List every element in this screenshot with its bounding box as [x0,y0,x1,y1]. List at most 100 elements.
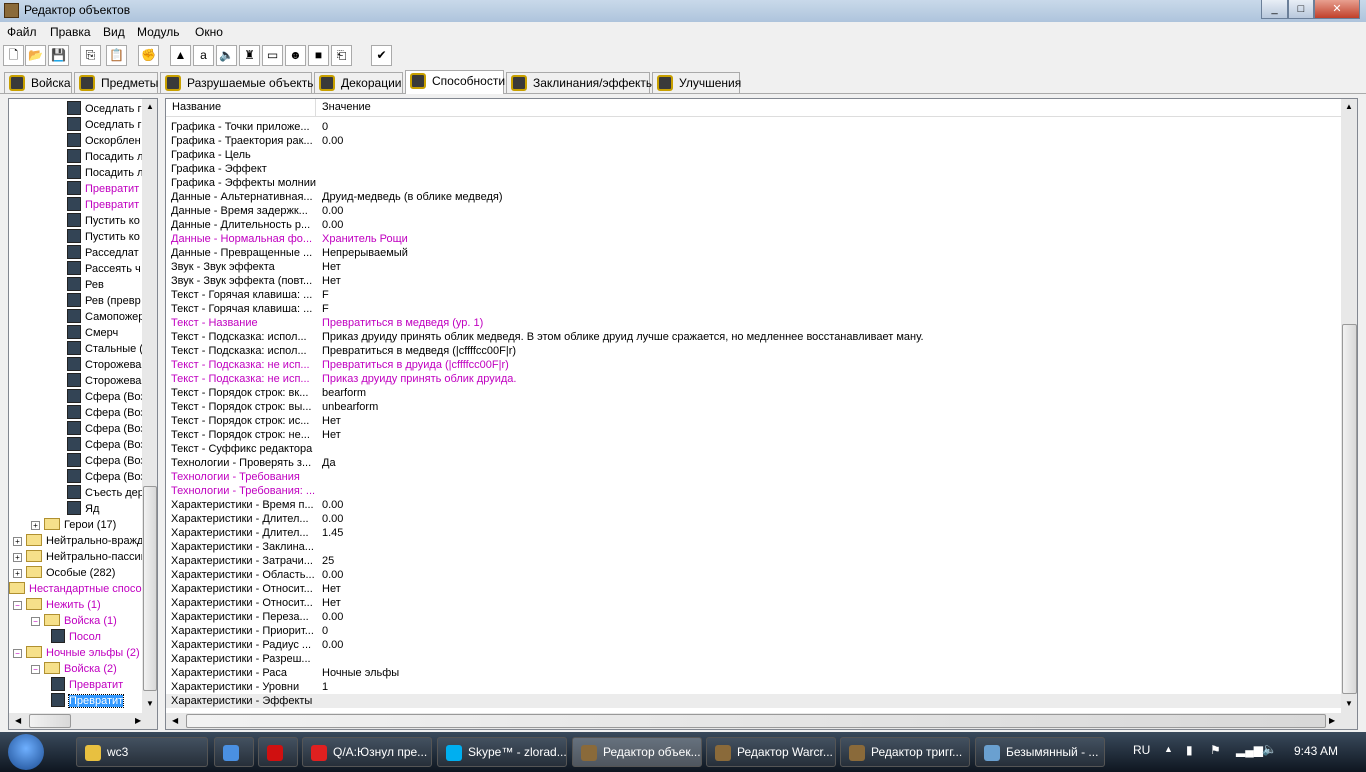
tree-item[interactable]: Рассеять ч [67,261,141,277]
table-row[interactable]: Данные - Длительность р... 0.00 [166,218,1341,232]
language-indicator[interactable]: RU [1133,743,1150,757]
scroll-down-arrow-icon[interactable]: ▼ [1345,699,1353,708]
tree-folder[interactable]: + Герои (17) [31,517,116,533]
taskbar-button[interactable] [214,737,254,767]
tree-item[interactable]: Съесть дер [67,485,144,501]
toolbar-camera-icon[interactable]: ▭ [262,45,283,66]
tree-item[interactable]: Сфера (Воз [67,421,145,437]
menu-item[interactable]: Вид [103,25,125,39]
table-row[interactable]: Текст - Название Превратиться в медведя (… [166,316,1341,330]
table-row[interactable]: Текст - Порядок строк: не... Нет [166,428,1341,442]
taskbar-button[interactable]: Редактор тригг... [840,737,970,767]
toolbar-copy-icon[interactable]: ⎘ [80,45,101,66]
scroll-thumb[interactable] [29,714,71,728]
taskbar-button[interactable]: Редактор объек... [572,737,702,767]
scroll-thumb[interactable] [1342,324,1357,694]
tree-item[interactable]: Смерч [67,325,118,341]
grid-vertical-scrollbar[interactable]: ▲ ▼ [1341,99,1357,713]
scroll-thumb[interactable] [186,714,1326,728]
table-row[interactable]: Графика - Эффект [166,162,1341,176]
network-signal-icon[interactable]: ▂▄▆ [1236,743,1263,757]
taskbar-button[interactable]: Безымянный - ... [975,737,1105,767]
toolbar-text-icon[interactable]: a [193,45,214,66]
table-row[interactable]: Графика - Траектория рак... 0.00 [166,134,1341,148]
tree-vertical-scrollbar[interactable]: ▲ ▼ [142,99,157,713]
table-row[interactable]: Графика - Цель [166,148,1341,162]
collapse-icon[interactable]: − [31,617,40,626]
column-header-value[interactable]: Значение [322,101,371,113]
tree-folder[interactable]: − Ночные эльфы (2) [13,645,140,661]
tree-item[interactable]: Оскорблен [67,133,141,149]
minimize-button[interactable]: _ [1261,0,1288,19]
table-row[interactable]: Текст - Порядок строк: вк... bearform [166,386,1341,400]
table-row[interactable]: Характеристики - Разреш... [166,652,1341,666]
tree-item[interactable]: Посол [51,629,101,645]
tree-item[interactable]: Пустить ко [67,229,140,245]
tree-item[interactable]: Сфера (Воз [67,453,145,469]
tree-item[interactable]: Сфера (Воз [67,469,145,485]
table-row[interactable]: Текст - Суффикс редактора [166,442,1341,456]
grid-horizontal-scrollbar[interactable]: ◀ ▶ [166,713,1357,729]
toolbar-save-icon[interactable]: 💾 [48,45,69,66]
tree-item[interactable]: Превратит [51,693,125,709]
taskbar-button[interactable]: Skype™ - zlorad... [437,737,567,767]
close-button[interactable]: ✕ [1314,0,1360,19]
table-row[interactable]: Текст - Горячая клавиша: ... F [166,302,1341,316]
tree-folder[interactable]: − Нежить (1) [13,597,101,613]
tree-item[interactable]: Рев (превр [67,293,141,309]
table-row[interactable]: Характеристики - Относит... Нет [166,582,1341,596]
table-row[interactable]: Характеристики - Длител... 1.45 [166,526,1341,540]
tree-folder[interactable]: − Войска (1) [31,613,117,629]
column-header-name[interactable]: Название [172,101,221,113]
table-row[interactable]: Текст - Подсказка: не исп... Превратиться… [166,358,1341,372]
table-row[interactable]: Характеристики - Относит... Нет [166,596,1341,610]
tree-item[interactable]: Самопожер [67,309,144,325]
scroll-left-arrow-icon[interactable]: ◀ [15,716,21,725]
toolbar-open-icon[interactable]: 📂 [25,45,46,66]
table-row[interactable]: Характеристики - Затрачи... 25 [166,554,1341,568]
tree-folder[interactable]: + Нейтрально-пассивные [13,549,157,565]
table-row[interactable]: Характеристики - Раса Ночные эльфы [166,666,1341,680]
scroll-right-arrow-icon[interactable]: ▶ [1329,716,1335,725]
table-row[interactable]: Характеристики - Переза... 0.00 [166,610,1341,624]
toolbar-terrain-icon[interactable]: ▲ [170,45,191,66]
scroll-left-arrow-icon[interactable]: ◀ [172,716,178,725]
taskbar-button[interactable] [258,737,298,767]
menu-item[interactable]: Файл [7,25,37,39]
scroll-down-arrow-icon[interactable]: ▼ [146,699,154,708]
tree-item[interactable]: Посадить л [67,165,143,181]
tree-item[interactable]: Рев [67,277,104,293]
tab-1[interactable]: Предметы [74,72,158,93]
clock[interactable]: 9:43 AM [1294,744,1338,758]
tree-folder[interactable]: +Нейтрально-враждебные [13,533,157,549]
table-row[interactable]: Технологии - Требования: ... [166,484,1341,498]
table-row[interactable]: Технологии - Проверять з... Да [166,456,1341,470]
collapse-icon[interactable]: − [13,601,22,610]
table-row[interactable]: Звук - Звук эффекта Нет [166,260,1341,274]
menu-item[interactable]: Правка [50,25,91,39]
object-tree[interactable]: Оседлать г Оседлать г Оскорблен Посадить л П… [8,98,158,730]
tree-item[interactable]: Превратит [51,677,123,693]
tab-4[interactable]: Способности [405,70,505,94]
toolbar-sound-icon[interactable]: 🔈 [216,45,237,66]
tree-horizontal-scrollbar[interactable]: ◀ ▶ [9,713,157,729]
menu-item[interactable]: Модуль [137,25,180,39]
tab-3[interactable]: Декорации [314,72,403,93]
tree-folder[interactable]: + Особые (282) [13,565,115,581]
tree-item[interactable]: Сторожева [67,357,141,373]
table-row[interactable]: Данные - Альтернативная... Друид-медведь … [166,190,1341,204]
table-row[interactable]: Данные - Время задержк... 0.00 [166,204,1341,218]
taskbar-button[interactable]: Редактор Warcr... [706,737,836,767]
tree-item[interactable]: Яд [67,501,99,517]
tree-item[interactable]: Оседлать г [67,117,141,133]
expand-icon[interactable]: + [31,521,40,530]
table-row[interactable]: Характеристики - Эффекты [166,694,1341,708]
scroll-up-arrow-icon[interactable]: ▲ [1345,102,1353,111]
toolbar-export-icon[interactable]: ⎗ [331,45,352,66]
toolbar-import-icon[interactable]: ■ [308,45,329,66]
toolbar-ai-icon[interactable]: ☻ [285,45,306,66]
table-row[interactable]: Характеристики - Заклина... [166,540,1341,554]
action-center-flag-icon[interactable]: ⚑ [1210,743,1221,757]
table-row[interactable]: Звук - Звук эффекта (повт... Нет [166,274,1341,288]
tab-2[interactable]: Разрушаемые объекты [160,72,316,93]
